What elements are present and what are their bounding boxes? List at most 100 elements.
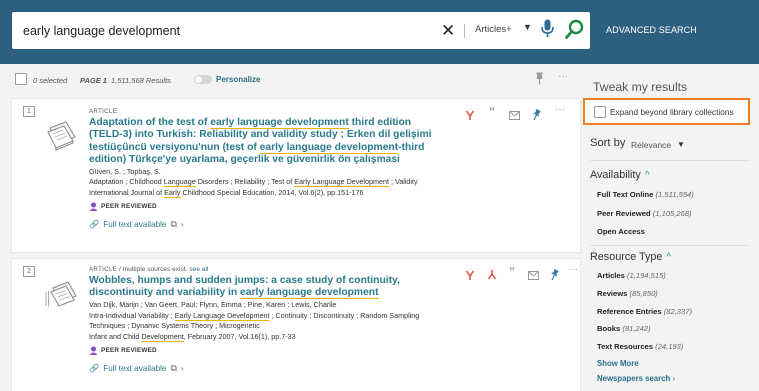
citation-trail-icon[interactable]	[465, 267, 475, 285]
citation-trail-icon[interactable]	[465, 107, 475, 125]
peer-reviewed-icon	[89, 346, 98, 355]
chevron-right-icon: ›	[180, 220, 184, 230]
source-highlight: Development	[141, 332, 184, 343]
more-actions-icon[interactable]: ···	[555, 104, 565, 115]
more-options-icon[interactable]: ···	[558, 71, 568, 82]
microphone-icon[interactable]	[541, 19, 554, 44]
top-bar: ✕ Articles+ ▼ ADVANCED SEARCH	[0, 0, 759, 64]
facet-count: (82,337)	[663, 307, 692, 316]
personalize-toggle[interactable]	[194, 75, 212, 84]
source-text: International Journal of	[89, 188, 165, 198]
facet-item[interactable]: Reviews (85,850)	[597, 289, 658, 298]
chevron-right-icon: ›	[180, 364, 184, 373]
subject-highlight: Early Language Development	[294, 177, 389, 188]
expand-label: Expand beyond library collections	[610, 107, 734, 117]
page-number: PAGE 1	[80, 76, 107, 85]
pin-record-icon[interactable]	[532, 107, 541, 125]
divider	[590, 160, 750, 161]
facet-label: Books	[597, 324, 621, 333]
resource-type-label: ARTICLE	[89, 266, 118, 273]
facet-item[interactable]: Articles (1,194,515)	[597, 271, 666, 280]
peer-reviewed-label: PEER REVIEWED	[101, 203, 157, 211]
facet-label: Articles	[597, 271, 625, 280]
cite-icon[interactable]: ”	[509, 265, 515, 279]
facet-label: Peer Reviewed	[597, 209, 651, 218]
title-highlight: early language development	[259, 141, 399, 154]
authors: Van Dijk, Marijn ; Van Geert, Paul; Flyn…	[89, 299, 337, 309]
subject-text: ; Validity	[388, 177, 418, 187]
select-all-checkbox[interactable]	[15, 73, 27, 85]
source-text: Infant and Child	[89, 332, 142, 342]
facet-item[interactable]: Books (81,242)	[597, 324, 651, 333]
search-scope-select[interactable]: Articles+	[475, 24, 512, 35]
result-content: ARTICLE Adaptation of the test of early …	[89, 108, 444, 230]
facet-label: Full Text Online	[597, 190, 654, 199]
subject-highlight: Language	[163, 177, 196, 188]
result-title[interactable]: Wobbles, humps and sudden jumps: a case …	[89, 275, 444, 300]
peer-reviewed-icon	[89, 202, 98, 212]
title-highlight: early language development	[240, 287, 379, 300]
facet-label: Text Resources	[597, 342, 653, 351]
facet-label: Reference Entries	[597, 307, 662, 316]
facet-count: (81,242)	[622, 324, 651, 333]
peer-reviewed-label: PEER REVIEWED	[101, 347, 157, 354]
pin-record-icon[interactable]	[550, 267, 559, 285]
facet-label: Open Access	[597, 227, 645, 236]
multiple-sources-thumbnail-icon	[45, 281, 77, 307]
sort-dropdown-icon[interactable]: ▼	[677, 140, 685, 149]
expand-collections-option[interactable]: Expand beyond library collections	[583, 98, 750, 125]
sort-select[interactable]: Relevance	[631, 140, 671, 150]
facet-item[interactable]: Open Access	[597, 227, 645, 236]
sort-by-label: Sort by	[590, 137, 626, 149]
advanced-search-link[interactable]: ADVANCED SEARCH	[606, 25, 697, 35]
expand-checkbox[interactable]	[594, 106, 606, 118]
facet-count: (1,194,515)	[626, 271, 666, 280]
facet-item[interactable]: Peer Reviewed (1,105,268)	[597, 209, 692, 218]
cited-by-icon[interactable]	[487, 267, 497, 285]
result-card: 2 ARTICLE / multiple sources exist. see …	[12, 259, 580, 391]
show-more-link[interactable]: Show More	[597, 359, 639, 368]
pin-icon[interactable]	[535, 72, 544, 90]
article-thumbnail-icon	[47, 121, 76, 151]
selected-count: 0 selected	[33, 76, 68, 85]
resource-type-facet-heading[interactable]: Resource Type ^	[590, 251, 671, 263]
cite-icon[interactable]: ”	[489, 105, 495, 119]
facet-label: Reviews	[597, 289, 628, 298]
newspapers-search-link[interactable]: Newspapers search ›	[597, 374, 675, 383]
link-icon: 🔗	[89, 363, 100, 373]
full-text-label: Full text available	[103, 364, 167, 373]
subjects: Adaptation ; Childhood Language Disorder…	[89, 177, 444, 188]
peer-reviewed-badge: PEER REVIEWED	[89, 202, 444, 212]
clear-search-icon[interactable]: ✕	[441, 21, 455, 41]
scope-dropdown-icon[interactable]: ▼	[523, 22, 532, 32]
facet-count: (24,193)	[655, 342, 684, 351]
facet-item[interactable]: Full Text Online (1,511,554)	[597, 190, 694, 199]
availability-facet-heading[interactable]: Availability ^	[590, 169, 650, 181]
source-text: Childhood Special Education, 2014, Vol.6…	[180, 188, 364, 198]
search-box: ✕ Articles+ ▼	[12, 12, 590, 49]
chevron-up-icon: ^	[644, 170, 650, 181]
full-text-link[interactable]: 🔗 Full text available ⧉ ›	[89, 219, 444, 230]
email-icon[interactable]	[509, 107, 520, 125]
email-icon[interactable]	[528, 267, 539, 285]
subject-text: Adaptation ; Childhood	[89, 177, 164, 187]
search-divider	[464, 24, 465, 38]
external-link-icon: ⧉	[170, 219, 177, 230]
subject-highlight: Early Language Development	[174, 310, 270, 321]
personalize-label[interactable]: Personalize	[216, 75, 260, 84]
full-text-label: Full text available	[103, 220, 167, 230]
see-all-link[interactable]: see all	[189, 266, 208, 273]
search-input[interactable]	[23, 23, 443, 38]
chevron-up-icon: ^	[666, 252, 672, 263]
resource-type: ARTICLE / multiple sources exist. see al…	[89, 266, 444, 273]
result-title[interactable]: Adaptation of the test of early language…	[89, 117, 444, 167]
result-number: 2	[23, 266, 35, 277]
resource-type-title: Resource Type	[590, 251, 663, 263]
more-actions-icon[interactable]: ···	[568, 264, 578, 275]
facet-count: (1,511,554)	[655, 190, 694, 199]
search-icon[interactable]	[565, 19, 585, 46]
facet-item[interactable]: Reference Entries (82,337)	[597, 307, 692, 316]
full-text-link[interactable]: 🔗 Full text available ⧉ ›	[89, 363, 444, 374]
facet-item[interactable]: Text Resources (24,193)	[597, 342, 683, 351]
source: International Journal of Early Childhood…	[89, 188, 444, 199]
